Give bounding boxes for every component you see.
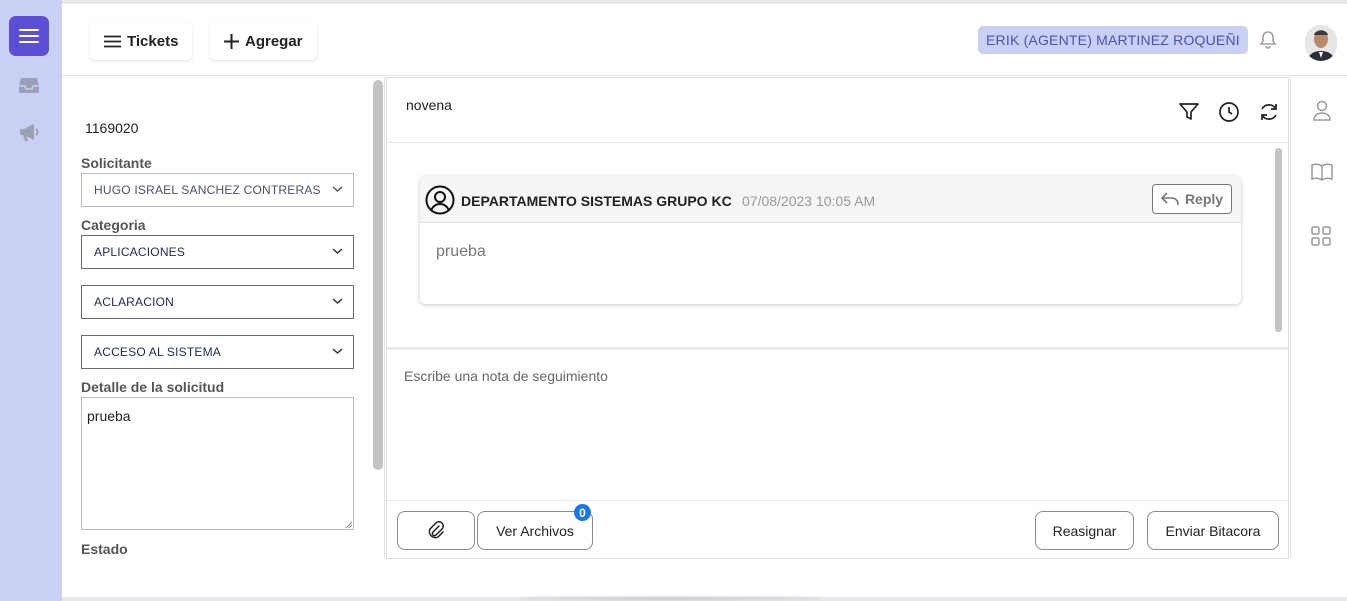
reply-label: Reply — [1184, 191, 1224, 207]
actions-divider — [387, 500, 1288, 501]
menu-button[interactable] — [9, 16, 49, 56]
chevron-down-icon — [332, 348, 343, 355]
user-circle-icon — [425, 185, 455, 215]
user-avatar[interactable] — [1305, 25, 1337, 61]
add-label: Agregar — [245, 32, 303, 50]
tickets-button[interactable]: Tickets — [90, 22, 193, 60]
reasignar-button[interactable]: Reasignar — [1035, 511, 1134, 550]
thread-scrollbar[interactable] — [1275, 148, 1282, 332]
chevron-down-icon — [332, 186, 343, 193]
tipo-select[interactable]: ACCESO AL SISTEMA — [81, 335, 354, 369]
announcements-button[interactable] — [18, 121, 40, 143]
message-thread: DEPARTAMENTO SISTEMAS GRUPO KC 07/08/202… — [387, 143, 1288, 347]
sender-avatar — [425, 185, 455, 220]
grid-icon — [1311, 226, 1331, 246]
chevron-down-icon — [332, 298, 343, 305]
subcategoria-select[interactable]: ACLARACION — [81, 285, 354, 319]
ticket-details-panel: 1169020 Solicitante HUGO ISRAEL SANCHEZ … — [62, 77, 370, 558]
reasignar-label: Reasignar — [1052, 522, 1117, 539]
thread-divider — [387, 347, 1288, 350]
message-sender: DEPARTAMENTO SISTEMAS GRUPO KC — [461, 193, 732, 209]
note-input[interactable]: Escribe una nota de seguimiento — [404, 368, 608, 384]
detalle-label: Detalle de la solicitud — [81, 379, 225, 395]
refresh-icon — [1261, 104, 1277, 120]
menu-icon — [19, 29, 39, 43]
chevron-down-icon — [332, 248, 343, 255]
detalle-textarea[interactable]: prueba — [81, 397, 354, 530]
message-card: DEPARTAMENTO SISTEMAS GRUPO KC 07/08/202… — [420, 176, 1241, 304]
reply-button[interactable]: Reply — [1152, 184, 1232, 214]
left-panel-scrollbar[interactable] — [373, 80, 383, 470]
files-count-badge: 0 — [574, 504, 591, 521]
panel-divider — [384, 77, 385, 558]
ticket-id: 1169020 — [85, 120, 139, 136]
filter-icon — [1179, 103, 1199, 120]
tickets-label: Tickets — [127, 32, 179, 50]
ver-archivos-label: Ver Archivos — [496, 522, 574, 539]
resize-handle-icon[interactable] — [345, 521, 353, 529]
plus-icon — [224, 33, 239, 49]
filter-button[interactable] — [1178, 101, 1200, 123]
conversation-panel: novena DEPARTAMENTO SISTEMAS GRUPO KC 07… — [386, 77, 1289, 559]
book-icon — [1311, 163, 1333, 181]
knowledge-base-button[interactable] — [1311, 162, 1333, 184]
enviar-bitacora-label: Enviar Bitacora — [1165, 522, 1261, 539]
topbar: Tickets Agregar ERIK (AGENTE) MARTINEZ R… — [62, 4, 1347, 76]
footer-shadow — [520, 595, 820, 601]
app-window: Tickets Agregar ERIK (AGENTE) MARTINEZ R… — [62, 4, 1347, 597]
bell-icon — [1259, 31, 1277, 49]
categoria-label: Categoria — [81, 217, 146, 233]
estado-label: Estado — [81, 541, 128, 557]
notifications-button[interactable] — [1258, 30, 1278, 55]
avatar-photo — [1305, 25, 1337, 61]
inbox-button[interactable] — [18, 74, 40, 96]
message-body: prueba — [436, 243, 486, 260]
add-button[interactable]: Agregar — [210, 22, 317, 60]
list-icon — [104, 35, 121, 47]
solicitante-label: Solicitante — [81, 155, 152, 171]
tipo-value: ACCESO AL SISTEMA — [94, 345, 221, 359]
categoria-select[interactable]: APLICACIONES — [81, 235, 354, 269]
enviar-bitacora-button[interactable]: Enviar Bitacora — [1147, 511, 1279, 550]
solicitante-value: HUGO ISRAEL SANCHEZ CONTRERAS — [94, 183, 321, 197]
solicitante-select[interactable]: HUGO ISRAEL SANCHEZ CONTRERAS — [81, 173, 354, 207]
categoria-value: APLICACIONES — [94, 245, 186, 259]
inbox-icon — [19, 78, 39, 93]
user-icon — [1313, 100, 1331, 121]
left-rail — [0, 0, 62, 601]
megaphone-icon — [20, 124, 39, 141]
ticket-subject: novena — [406, 97, 452, 113]
agent-name-badge[interactable]: ERIK (AGENTE) MARTINEZ ROQUEÑI — [978, 26, 1248, 54]
reply-arrow-icon — [1160, 192, 1179, 205]
history-button[interactable] — [1218, 101, 1240, 123]
message-header: DEPARTAMENTO SISTEMAS GRUPO KC 07/08/202… — [420, 176, 1241, 223]
paperclip-icon — [428, 520, 444, 538]
right-rail — [1290, 77, 1347, 558]
refresh-button[interactable] — [1258, 101, 1280, 123]
contact-button[interactable] — [1311, 99, 1333, 121]
attach-button[interactable] — [397, 511, 475, 550]
clock-icon — [1219, 102, 1239, 122]
apps-button[interactable] — [1311, 226, 1333, 248]
message-date: 07/08/2023 10:05 AM — [742, 193, 876, 209]
subcategoria-value: ACLARACION — [94, 295, 175, 309]
